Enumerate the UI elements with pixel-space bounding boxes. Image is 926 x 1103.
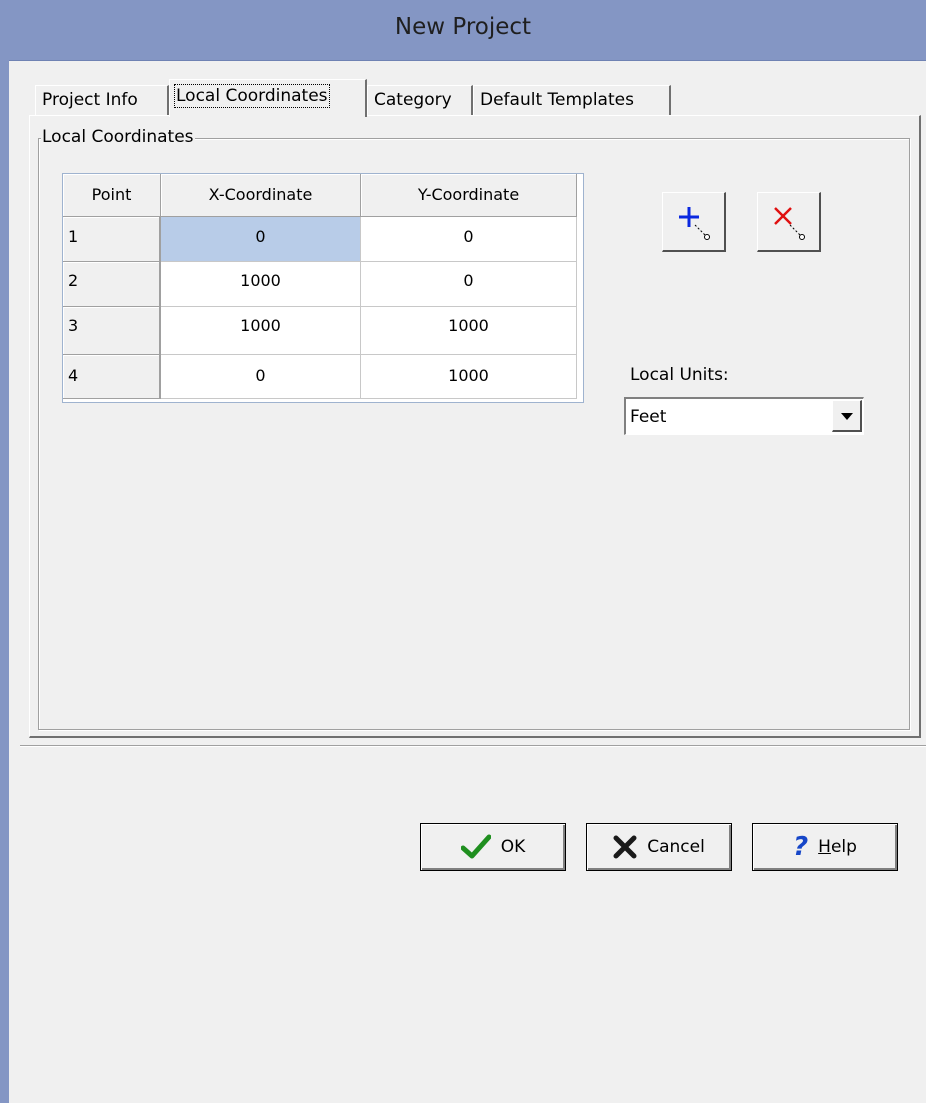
- cancel-button[interactable]: Cancel: [586, 823, 732, 871]
- y-cell[interactable]: 1000: [361, 355, 577, 399]
- delete-point-button[interactable]: [757, 192, 821, 252]
- local-coordinates-group: Local Coordinates Point X-Coordinate Y-C…: [38, 127, 910, 730]
- y-cell[interactable]: 1000: [361, 307, 577, 355]
- row-header[interactable]: 4: [63, 355, 161, 399]
- group-label: Local Coordinates: [41, 127, 195, 147]
- help-label: Help: [818, 837, 857, 857]
- add-point-button[interactable]: [662, 192, 726, 252]
- checkmark-icon: [460, 834, 491, 859]
- tab-category[interactable]: Category: [367, 85, 473, 115]
- tab-local-coordinates[interactable]: Local Coordinates: [169, 79, 367, 117]
- y-cell[interactable]: 0: [361, 217, 577, 262]
- local-units-value: Feet: [630, 407, 667, 427]
- ok-button[interactable]: OK: [420, 823, 566, 871]
- tab-label: Project Info: [42, 90, 138, 110]
- delete-point-icon: [774, 207, 805, 240]
- help-label-rest: elp: [830, 837, 857, 857]
- row-header[interactable]: 3: [63, 307, 161, 355]
- column-header-point[interactable]: Point: [63, 174, 161, 217]
- help-label-mnemonic: H: [818, 837, 831, 857]
- tab-label: Default Templates: [480, 90, 634, 110]
- x-icon: [613, 835, 637, 859]
- local-units-label: Local Units:: [630, 365, 729, 385]
- question-icon: ?: [793, 832, 809, 862]
- x-cell[interactable]: 0: [161, 355, 361, 399]
- column-header-x[interactable]: X-Coordinate: [161, 174, 361, 217]
- window-left-border: [0, 60, 9, 1103]
- help-button[interactable]: ? Help: [752, 823, 898, 871]
- row-header[interactable]: 1: [63, 217, 161, 262]
- add-point-icon: [679, 207, 710, 240]
- footer-divider: [20, 745, 926, 747]
- coordinates-grid[interactable]: Point X-Coordinate Y-Coordinate 1 0 0 2 …: [62, 173, 584, 403]
- tab-default-templates[interactable]: Default Templates: [473, 85, 671, 115]
- tab-label: Category: [374, 90, 452, 110]
- title-bar: New Project: [0, 0, 926, 61]
- chevron-down-icon[interactable]: [832, 400, 862, 432]
- y-cell[interactable]: 0: [361, 262, 577, 307]
- x-cell[interactable]: 1000: [161, 307, 361, 355]
- window-title: New Project: [394, 14, 532, 40]
- local-units-select[interactable]: Feet: [624, 397, 864, 435]
- x-cell[interactable]: 0: [161, 217, 361, 262]
- column-header-y[interactable]: Y-Coordinate: [361, 174, 577, 217]
- tab-label: Local Coordinates: [174, 84, 330, 108]
- tab-project-info[interactable]: Project Info: [35, 85, 169, 115]
- cancel-label: Cancel: [647, 837, 705, 857]
- ok-label: OK: [500, 837, 526, 857]
- row-header[interactable]: 2: [63, 262, 161, 307]
- x-cell[interactable]: 1000: [161, 262, 361, 307]
- tab-panel: Local Coordinates Point X-Coordinate Y-C…: [29, 115, 921, 738]
- dialog-body: Project Info Local Coordinates Category …: [9, 61, 926, 1103]
